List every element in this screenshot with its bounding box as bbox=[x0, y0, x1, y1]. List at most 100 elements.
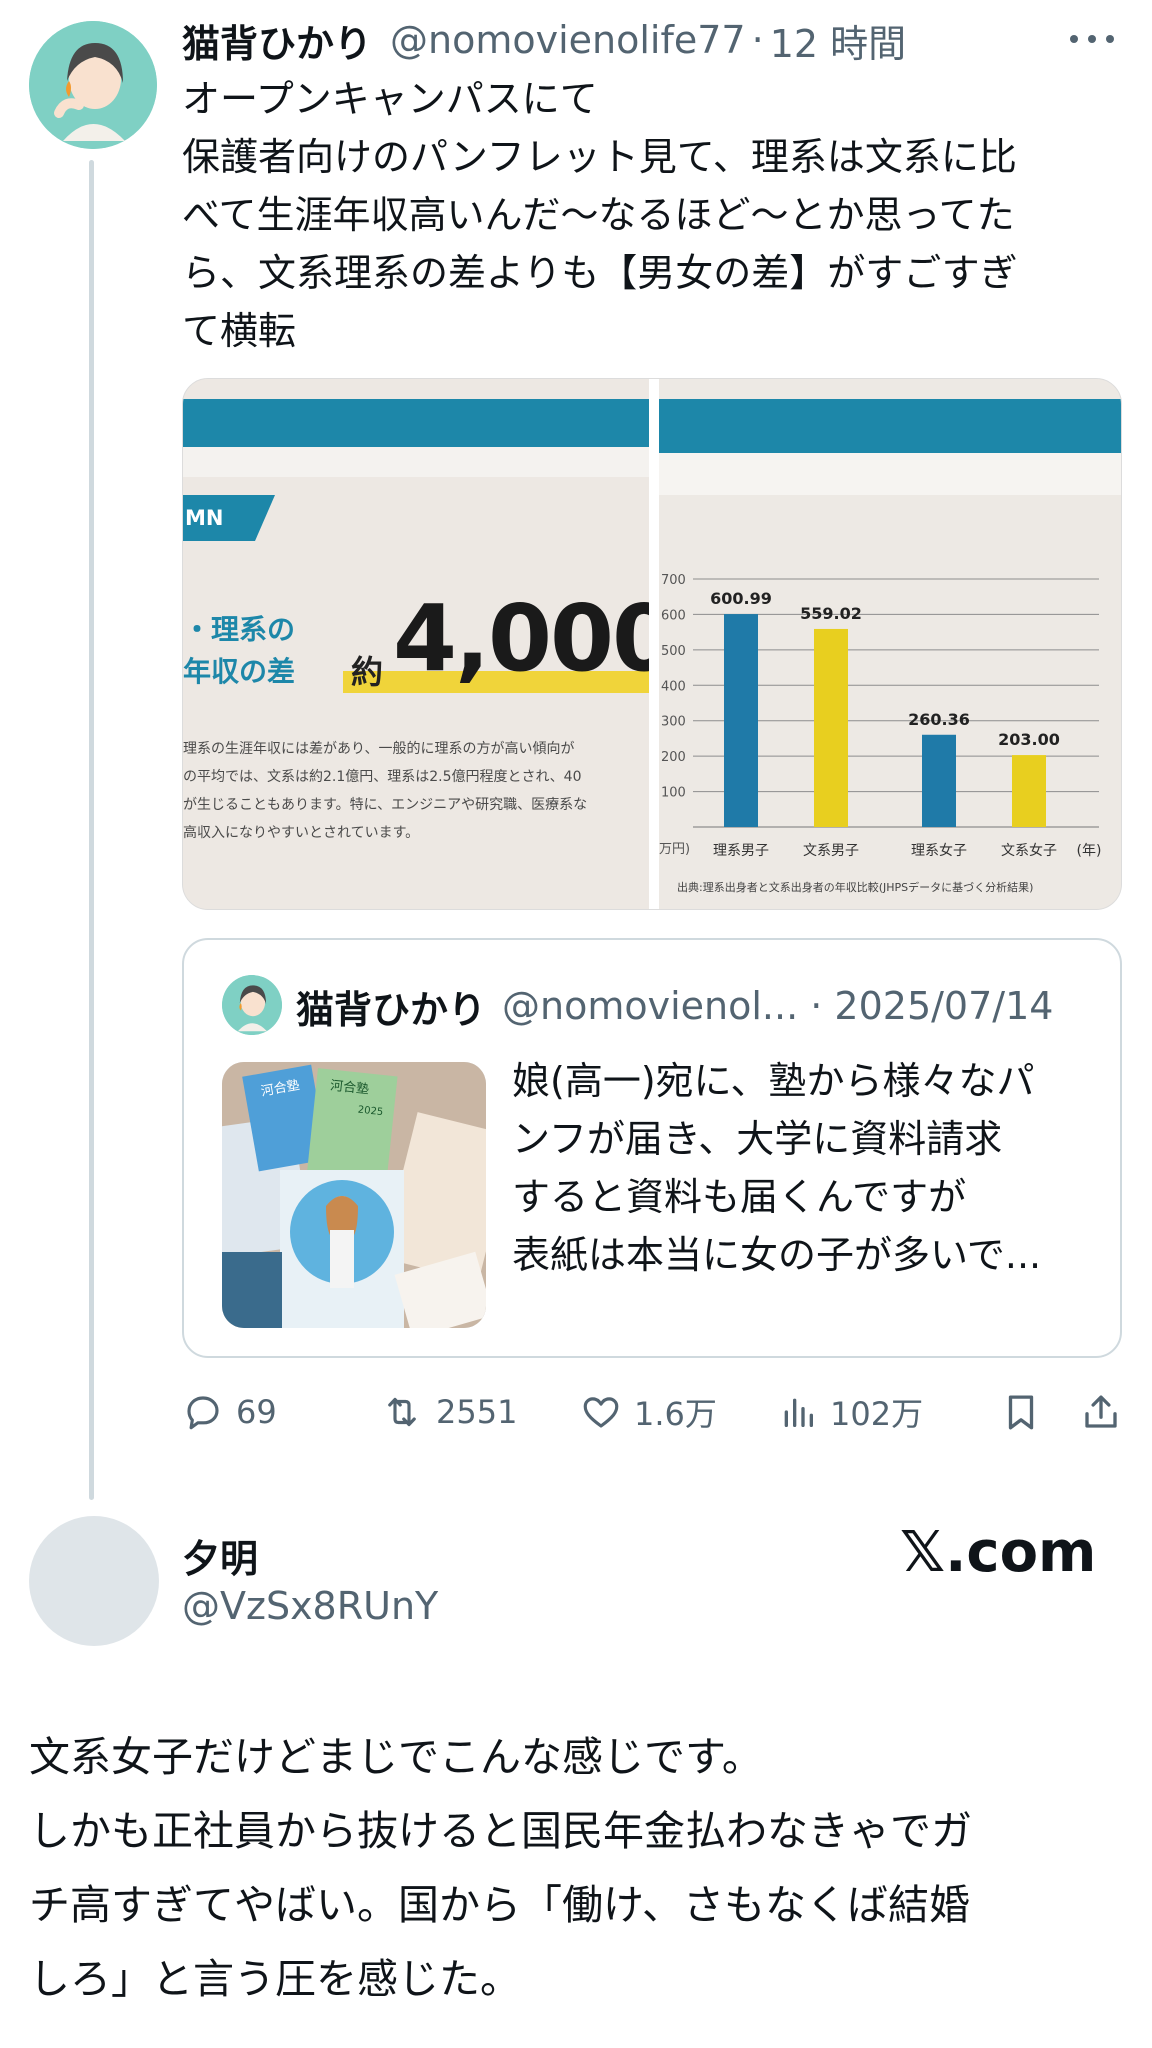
like-count: 1.6万 bbox=[634, 1395, 717, 1433]
amount-number: 4,000 bbox=[393, 585, 649, 692]
tweet-text-line: べて生涯年収高いんだ〜なるほど〜とか思ってた bbox=[182, 193, 1015, 237]
reply-icon bbox=[187, 1396, 219, 1430]
reply-text-line: 文系女子だけどまじでこんな感じです。 bbox=[29, 1733, 763, 1781]
y-axis-unit: 万円) bbox=[659, 842, 690, 857]
pamphlet-column-tab: MN bbox=[183, 495, 255, 541]
y-tick-label: 600 bbox=[661, 608, 686, 623]
retweet-icon bbox=[388, 1397, 416, 1427]
pamphlet-heading: ・理系の 年収の差 bbox=[183, 609, 295, 693]
reply-author-avatar[interactable] bbox=[29, 1516, 159, 1646]
tweet-action-bar: 69 2551 1.6万 102万 bbox=[182, 1384, 1122, 1440]
pamphlet-body-line: 理系の生涯年収には差があり、一般的に理系の方が高い傾向が bbox=[183, 741, 575, 757]
quoted-author-avatar bbox=[222, 975, 282, 1035]
views-chart-icon bbox=[784, 1398, 813, 1427]
quoted-date: 2025/07/14 bbox=[834, 984, 1054, 1028]
author-display-name[interactable]: 猫背ひかり bbox=[182, 13, 372, 68]
x-com-logo: 𝕏.com bbox=[900, 1520, 1097, 1585]
more-options-icon[interactable] bbox=[1066, 20, 1118, 58]
pamphlet-heading-line: 年収の差 bbox=[183, 655, 296, 688]
quoted-text-line: 娘(高一)宛に、塾から様々なパ bbox=[512, 1059, 1035, 1103]
reply-text: 文系女子だけどまじでこんな感じです。 しかも正社員から抜けると国民年金払わなきゃ… bbox=[29, 1720, 1129, 2016]
author-handle[interactable]: @nomovienolife77 bbox=[390, 18, 746, 62]
quoted-display-name: 猫背ひかり bbox=[296, 987, 487, 1032]
y-tick-label: 500 bbox=[661, 644, 686, 659]
quoted-tweet[interactable]: 猫背ひかり @nomovienol... · 2025/07/14 河合塾 河合… bbox=[182, 938, 1122, 1358]
bookmark-button[interactable] bbox=[1000, 1384, 1054, 1440]
like-button[interactable]: 1.6万 bbox=[580, 1384, 717, 1440]
tweet-text-line: ら、文系理系の差よりも【男女の差】がすごすぎ bbox=[182, 251, 1018, 295]
amount-prefix: 約 bbox=[351, 653, 384, 691]
x-tick-label: 文系男子 bbox=[803, 843, 859, 859]
retweet-button[interactable]: 2551 bbox=[380, 1384, 517, 1440]
pamphlet-heading-line: ・理系の bbox=[183, 613, 296, 646]
tweet-header: 猫背ひかり @nomovienolife77 · 12 時間 bbox=[182, 14, 906, 66]
reply-text-line: しかも正社員から抜けると国民年金払わなきゃでガ bbox=[29, 1807, 972, 1855]
chart-subheader bbox=[659, 453, 1121, 495]
y-tick-label: 400 bbox=[661, 679, 686, 694]
x-tick-label: 文系女子 bbox=[1001, 842, 1057, 859]
retweet-count: 2551 bbox=[436, 1393, 518, 1431]
x-tick-label: 理系男子 bbox=[713, 843, 769, 859]
photo-income-chart[interactable]: 700 600 500 400 300 200 100 万円) 600.99 理系男子 559.02… bbox=[659, 379, 1121, 909]
pamphlet-subheader bbox=[183, 447, 649, 477]
avatar-illustration-icon bbox=[222, 975, 282, 1035]
reply-button[interactable]: 69 bbox=[182, 1384, 277, 1440]
chart-bar bbox=[922, 734, 956, 827]
quoted-tweet-text: 娘(高一)宛に、塾から様々なパ ンフが届き、大学に資料請求 すると資料も届くんで… bbox=[512, 1052, 1102, 1284]
share-icon bbox=[1085, 1395, 1117, 1428]
y-tick-label: 100 bbox=[661, 786, 686, 801]
tweet-timestamp[interactable]: 12 時間 bbox=[770, 13, 906, 68]
amount-value: 4,000万 bbox=[393, 585, 649, 692]
quoted-separator: · bbox=[798, 984, 835, 1028]
view-count: 102万 bbox=[830, 1395, 924, 1433]
pamphlet-body-line: 高収入になりやすいとされています。 bbox=[183, 825, 420, 841]
pamphlet-body-line: が生じることもあります。特に、エンジニアや研究職、医療系な bbox=[183, 797, 588, 813]
separator-dot: · bbox=[751, 18, 764, 62]
chart-bar bbox=[1012, 755, 1046, 827]
tweet-text: オープンキャンパスにて 保護者向けのパンフレット見て、理系は文系に比 べて生涯年… bbox=[182, 70, 1112, 360]
thread-line bbox=[89, 160, 94, 1500]
pamphlet-tab-tail bbox=[255, 495, 275, 541]
quoted-tweet-header: 猫背ひかり @nomovienol... · 2025/07/14 bbox=[296, 978, 1053, 1034]
chart-bar bbox=[724, 614, 758, 827]
chart-source: 出典:理系出身者と文系出身者の年収比較(JHPSデータに基づく分析結果) bbox=[677, 880, 1033, 894]
chart-header-bar bbox=[659, 399, 1121, 453]
chart-bar bbox=[814, 628, 848, 827]
reply-text-line: チ高すぎてやばい。国から「働け、さもなくば結婚 bbox=[29, 1881, 970, 1929]
y-tick-label: 300 bbox=[661, 715, 686, 730]
x-tick-label: 理系女子 bbox=[911, 842, 967, 859]
bar-value-label: 203.00 bbox=[998, 730, 1060, 749]
pamphlet-header-bar bbox=[183, 399, 649, 447]
y-tick-label: 700 bbox=[661, 573, 686, 588]
quoted-text-line: すると資料も届くんですが bbox=[512, 1175, 967, 1219]
bar-value-label: 600.99 bbox=[710, 589, 772, 608]
reply-text-line: しろ」と言う圧を感じた。 bbox=[29, 1955, 521, 2003]
tweet-text-line: オープンキャンパスにて bbox=[182, 77, 598, 121]
reply-display-name[interactable]: 夕明 bbox=[182, 1528, 258, 1583]
bookmark-icon bbox=[1008, 1395, 1034, 1430]
heart-icon bbox=[583, 1397, 619, 1428]
bar-value-label: 260.36 bbox=[908, 710, 970, 729]
y-tick-label: 200 bbox=[661, 750, 686, 765]
pamphlet-body-line: の平均では、文系は約2.1億円、理系は2.5億円程度とされ、40 bbox=[183, 769, 582, 785]
tweet-text-line: 保護者向けのパンフレット見て、理系は文系に比 bbox=[182, 135, 1017, 179]
pamphlet-body-text: 理系の生涯年収には差があり、一般的に理系の方が高い傾向が の平均では、文系は約2… bbox=[183, 735, 649, 847]
x-axis-label: (年) bbox=[1077, 843, 1102, 859]
media-divider bbox=[649, 379, 659, 909]
photo-pamphlet-text[interactable]: MN ・理系の 年収の差 約 4,000万 理系の生涯年収には差があり、一般的に… bbox=[183, 379, 649, 909]
reply-handle[interactable]: @VzSx8RUnY bbox=[182, 1584, 438, 1628]
tweet-text-line: て横転 bbox=[182, 309, 297, 353]
avatar-illustration-icon bbox=[29, 21, 157, 149]
tweet-media: MN ・理系の 年収の差 約 4,000万 理系の生涯年収には差があり、一般的に… bbox=[182, 378, 1122, 910]
brochures-photo: 河合塾 河合塾 2025 bbox=[222, 1062, 486, 1328]
income-bar-chart: 700 600 500 400 300 200 100 万円) 600.99 理系男子 559.02… bbox=[659, 573, 1102, 894]
quoted-text-line: 表紙は本当に女の子が多いで... bbox=[512, 1233, 1042, 1277]
quoted-handle: @nomovienol... bbox=[502, 984, 799, 1028]
share-button[interactable] bbox=[1080, 1384, 1134, 1440]
bar-value-label: 559.02 bbox=[800, 604, 862, 623]
author-avatar[interactable] bbox=[29, 21, 157, 149]
quoted-text-line: ンフが届き、大学に資料請求 bbox=[512, 1117, 1003, 1161]
views-button[interactable]: 102万 bbox=[778, 1384, 923, 1440]
reply-count: 69 bbox=[236, 1393, 277, 1431]
quoted-tweet-image[interactable]: 河合塾 河合塾 2025 bbox=[222, 1062, 486, 1328]
